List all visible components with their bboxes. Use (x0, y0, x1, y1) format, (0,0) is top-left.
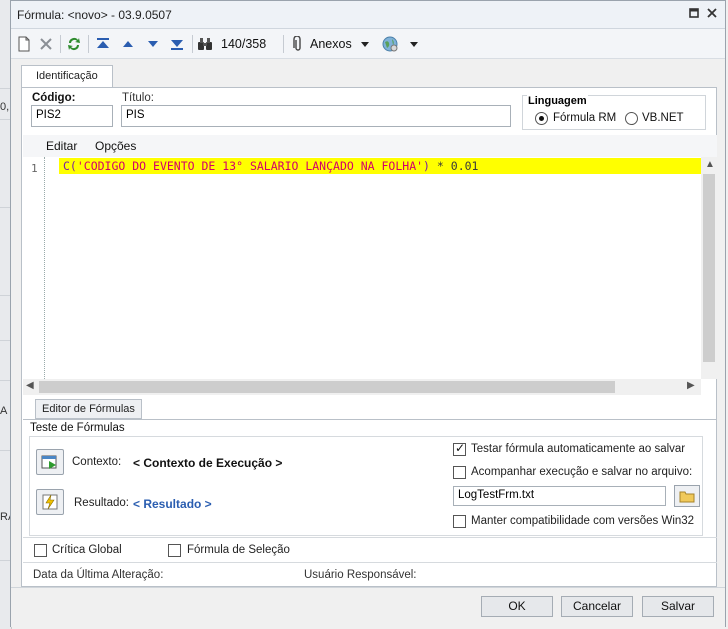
teste-formulas-inner: Contexto: < Contexto de Execução > Resul… (29, 436, 703, 536)
radio-vbnet-label: VB.NET (642, 112, 684, 124)
resultado-label: Resultado: (74, 497, 129, 509)
attachments-dropdown-icon[interactable] (358, 34, 372, 54)
teste-formulas-title: Teste de Fórmulas (30, 422, 125, 434)
code-string: 'CODIGO DO EVENTO DE 13° SALARIO LANÇADO… (76, 159, 424, 173)
tab-editor-formulas[interactable]: Editor de Fórmulas (35, 399, 142, 419)
last-record-icon[interactable] (168, 34, 186, 54)
paperclip-icon[interactable] (289, 34, 307, 54)
radio-formula-rm-label: Fórmula RM (553, 112, 617, 124)
radio-formula-rm[interactable] (535, 112, 548, 125)
code-operator: * (429, 159, 451, 173)
delete-icon[interactable] (37, 34, 55, 54)
radio-vbnet[interactable] (625, 112, 638, 125)
resultado-value: < Resultado > (133, 497, 212, 511)
linguagem-title: Linguagem (527, 95, 588, 107)
refresh-icon[interactable] (65, 34, 83, 54)
tab-identificacao[interactable]: Identificação (21, 65, 113, 88)
check-compat-win32[interactable] (453, 515, 466, 528)
horizontal-scrollbar[interactable]: ◀ ▶ (23, 379, 701, 395)
record-counter: 140/358 (221, 37, 267, 51)
window-title: Fórmula: <novo> - 03.9.0507 (17, 8, 172, 22)
attachments-button[interactable]: Anexos (310, 37, 352, 51)
scroll-right-icon[interactable]: ▶ (687, 380, 695, 391)
close-icon[interactable] (705, 7, 719, 21)
dialog-footer: OK Cancelar Salvar (11, 587, 725, 627)
title-bar: Fórmula: <novo> - 03.9.0507 (11, 1, 725, 29)
audit-row: Data da Última Alteração: Usuário Respon… (23, 562, 717, 586)
check-compat-win32-label: Manter compatibilidade com versões Win32 (471, 515, 695, 527)
browse-folder-button[interactable] (674, 485, 700, 507)
flags-row: Crítica Global Fórmula de Seleção (23, 537, 717, 561)
code-number: 0.01 (450, 159, 479, 173)
check-acompanhar-label: Acompanhar execução e salvar no arquivo: (471, 466, 693, 478)
next-record-icon[interactable] (144, 34, 162, 54)
linguagem-group: Linguagem Fórmula RM VB.NET (522, 95, 706, 130)
usuario-responsavel-label: Usuário Responsável: (304, 569, 417, 581)
restore-icon[interactable] (687, 7, 701, 21)
scroll-up-icon[interactable]: ▲ (705, 159, 715, 170)
lightning-calc-icon (42, 494, 58, 510)
titulo-field[interactable]: PIS (121, 105, 511, 127)
check-testar-auto-label: Testar fórmula automaticamente ao salvar (471, 443, 686, 455)
first-record-icon[interactable] (94, 34, 112, 54)
line-number: 1 (31, 162, 38, 175)
vertical-scroll-thumb[interactable] (703, 174, 715, 362)
binoculars-icon[interactable] (196, 34, 214, 54)
check-critica-global-label: Crítica Global (52, 544, 122, 556)
line-gutter: 1 (23, 157, 45, 379)
check-testar-auto[interactable] (453, 441, 466, 456)
log-file-field[interactable]: LogTestFrm.txt (453, 486, 666, 506)
menu-editar[interactable]: Editar (46, 139, 77, 153)
vertical-scrollbar[interactable]: ▲ (701, 157, 717, 379)
ok-button[interactable]: OK (481, 596, 553, 617)
tab-strip: Identificação (21, 65, 717, 88)
check-formula-selecao-label: Fórmula de Seleção (187, 544, 290, 556)
check-critica-global[interactable] (34, 544, 47, 557)
previous-record-icon[interactable] (119, 34, 137, 54)
teste-formulas-group: Teste de Fórmulas Contexto: < Contexto d… (23, 419, 717, 537)
code-editor[interactable]: 1 C('CODIGO DO EVENTO DE 13° SALARIO LAN… (23, 157, 701, 379)
context-run-icon (41, 455, 57, 469)
check-formula-selecao[interactable] (168, 544, 181, 557)
background-fragment: A (0, 405, 8, 417)
code-text: C('CODIGO DO EVENTO DE 13° SALARIO LANÇA… (63, 159, 478, 173)
titulo-label: Título: (122, 92, 154, 104)
codigo-field[interactable]: PIS2 (31, 105, 113, 127)
scroll-left-icon[interactable]: ◀ (26, 380, 34, 391)
horizontal-scroll-thumb[interactable] (39, 381, 615, 393)
editor-menubar: Editar Opções (23, 135, 717, 157)
resultado-button[interactable] (36, 489, 64, 515)
codigo-label: Código: (32, 92, 76, 104)
globe-dropdown-icon[interactable] (407, 34, 421, 54)
contexto-value: < Contexto de Execução > (133, 456, 283, 470)
contexto-label: Contexto: (72, 456, 122, 468)
check-acompanhar[interactable] (453, 466, 466, 479)
data-alteracao-label: Data da Última Alteração: (33, 569, 164, 581)
contexto-button[interactable] (36, 449, 64, 475)
code-function: C( (63, 159, 77, 173)
formula-dialog: Fórmula: <novo> - 03.9.0507 140/358 Anex… (10, 0, 726, 627)
folder-icon (679, 491, 695, 502)
identificacao-panel: Código: PIS2 Título: PIS Linguagem Fórmu… (21, 87, 717, 587)
code-close-paren: ) (423, 159, 430, 173)
globe-icon[interactable] (379, 34, 401, 54)
menu-opcoes[interactable]: Opções (95, 139, 136, 153)
toolbar: 140/358 Anexos (11, 29, 725, 59)
save-button[interactable]: Salvar (642, 596, 714, 617)
cancel-button[interactable]: Cancelar (561, 596, 633, 617)
new-document-icon[interactable] (15, 34, 33, 54)
background-fragment: 0, (0, 101, 10, 113)
